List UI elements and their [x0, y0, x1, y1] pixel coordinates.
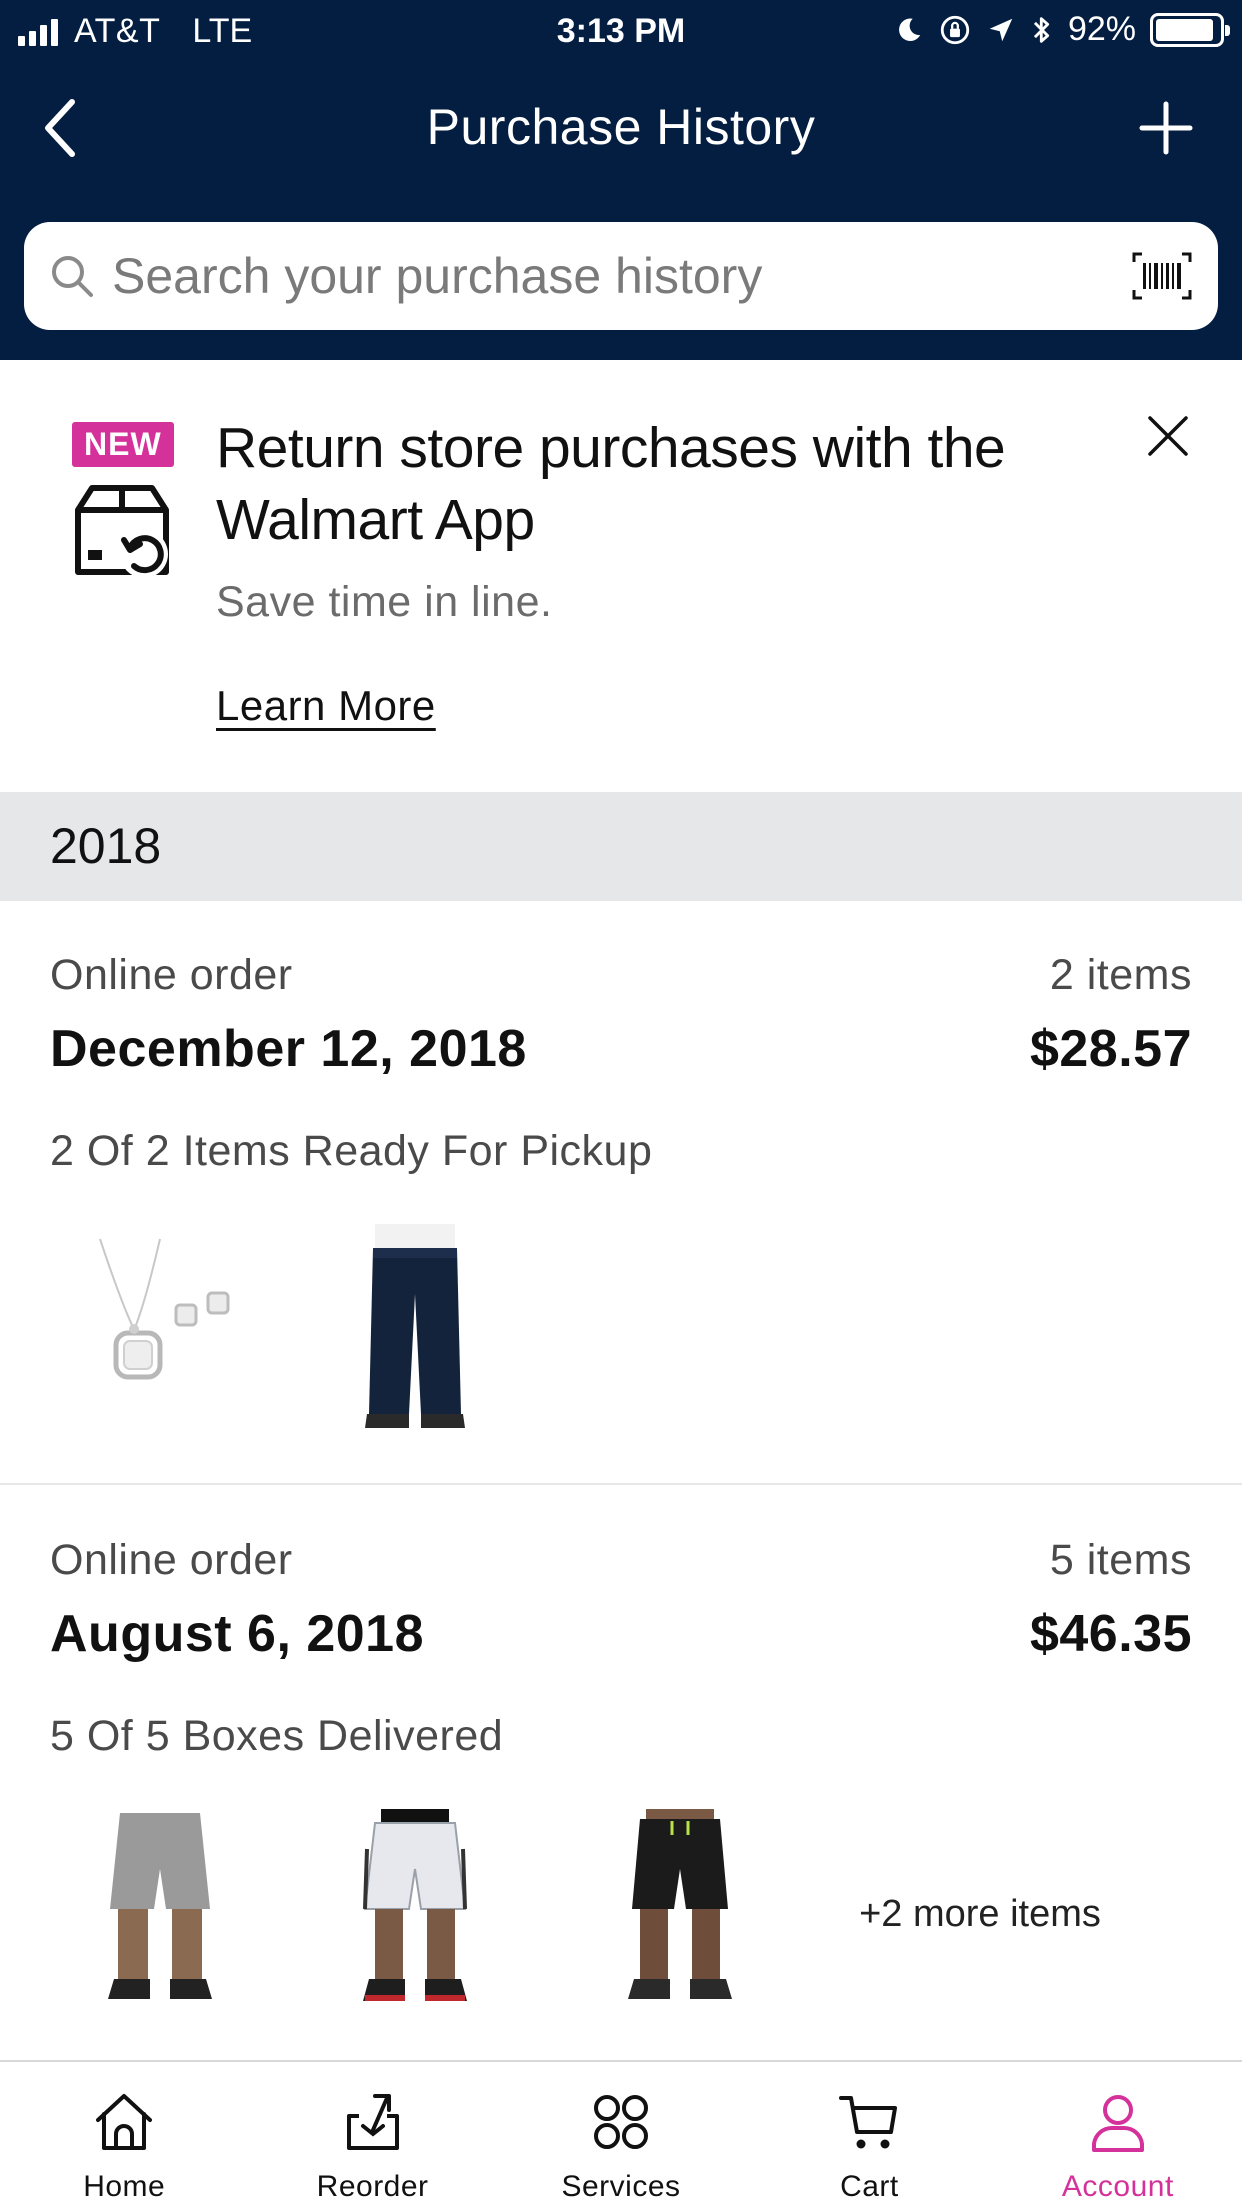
tab-label: Account — [1061, 2170, 1174, 2203]
battery-percent: 92% — [1067, 10, 1136, 48]
new-badge: NEW — [72, 422, 174, 467]
status-bar: AT&T LTE 3:13 PM 92% — [0, 0, 1242, 62]
banner-title: Return store purchases with the Walmart … — [216, 416, 1006, 552]
reorder-icon — [337, 2086, 409, 2158]
tab-label: Services — [561, 2170, 681, 2203]
order-type: Online order — [50, 951, 293, 999]
search-bar — [24, 222, 1218, 330]
close-icon — [1148, 416, 1188, 456]
location-arrow-icon — [989, 18, 1013, 41]
order-item-count: 5 items — [1049, 1536, 1192, 1584]
order-total: $46.35 — [1029, 1605, 1192, 1663]
year-section-header: 2018 — [0, 792, 1242, 901]
status-right: 92% — [894, 10, 1230, 49]
account-icon — [1082, 2086, 1154, 2158]
search-icon — [44, 248, 100, 304]
order-status: 2 Of 2 Items Ready For Pickup — [50, 1127, 653, 1175]
product-thumbnail-white-shorts — [305, 1804, 525, 2024]
order-total: $28.57 — [1029, 1020, 1192, 1078]
close-banner-button[interactable] — [1138, 406, 1198, 466]
barcode-scan-icon[interactable] — [1130, 248, 1194, 304]
box-return-icon — [72, 480, 172, 580]
order-thumbnails: +2 more items — [50, 1804, 1200, 2024]
page-title: Purchase History — [426, 99, 816, 155]
battery-fill — [1156, 18, 1214, 41]
product-thumbnail-black-shorts — [570, 1804, 790, 2024]
returns-promo-banner: NEW Return store purchases with the Walm… — [0, 360, 1242, 792]
battery-icon — [1150, 12, 1230, 47]
bottom-tab-bar: Home Reorder Services Cart Account — [0, 2060, 1242, 2208]
bluetooth-icon — [1033, 16, 1050, 43]
order-card[interactable]: Online order 5 items August 6, 2018 $46.… — [0, 1486, 1242, 2060]
order-date: August 6, 2018 — [50, 1605, 425, 1663]
search-input[interactable] — [112, 236, 1130, 316]
tab-services[interactable]: Services — [497, 2062, 745, 2208]
learn-more-link[interactable]: Learn More — [216, 682, 436, 730]
tab-cart[interactable]: Cart — [745, 2062, 993, 2208]
order-date: December 12, 2018 — [50, 1020, 527, 1078]
app-header: AT&T LTE 3:13 PM 92% Purchase History — [0, 0, 1242, 360]
tab-label: Home — [83, 2170, 166, 2203]
order-status: 5 Of 5 Boxes Delivered — [50, 1712, 504, 1760]
order-thumbnails — [50, 1219, 1200, 1439]
rotation-lock-icon — [940, 15, 970, 44]
product-thumbnail-gray-shorts — [50, 1804, 270, 2024]
more-items-label: +2 more items — [859, 1893, 1101, 1935]
order-type: Online order — [50, 1536, 293, 1584]
product-thumbnail-necklace — [50, 1219, 270, 1439]
tab-reorder[interactable]: Reorder — [248, 2062, 496, 2208]
order-card[interactable]: Online order 2 items December 12, 2018 $… — [0, 901, 1242, 1485]
product-thumbnail-jeans — [305, 1219, 525, 1439]
tab-home[interactable]: Home — [0, 2062, 248, 2208]
tab-account[interactable]: Account — [994, 2062, 1242, 2208]
moon-icon — [898, 17, 921, 41]
services-icon — [585, 2086, 657, 2158]
cart-icon — [833, 2086, 905, 2158]
banner-subtitle: Save time in line. — [216, 578, 553, 626]
home-icon — [88, 2086, 160, 2158]
plus-icon — [1139, 101, 1193, 155]
tab-label: Reorder — [316, 2170, 429, 2203]
tab-label: Cart — [840, 2170, 899, 2203]
add-button[interactable] — [1130, 92, 1202, 164]
order-item-count: 2 items — [1049, 951, 1192, 999]
